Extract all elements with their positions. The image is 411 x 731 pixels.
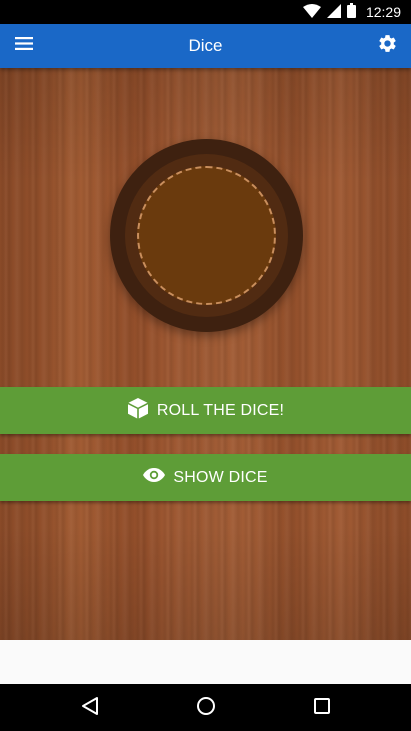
- cube-icon: [127, 397, 149, 424]
- roll-dice-button[interactable]: ROLL THE DICE!: [0, 387, 411, 434]
- battery-icon: [346, 3, 356, 21]
- dice-cup-felt: [137, 166, 276, 305]
- dice-cup[interactable]: [110, 139, 303, 332]
- bottom-panel: [0, 640, 411, 684]
- home-button[interactable]: [192, 694, 220, 722]
- eye-icon: [143, 468, 166, 487]
- app-title: Dice: [188, 36, 223, 55]
- status-bar: 12:29: [0, 0, 411, 24]
- navigation-bar: [0, 684, 411, 731]
- roll-dice-label: ROLL THE DICE!: [156, 401, 285, 419]
- back-icon: [81, 696, 99, 721]
- gear-icon: [377, 33, 398, 59]
- settings-button[interactable]: [371, 30, 403, 62]
- status-icons: 12:29: [302, 3, 401, 21]
- wifi-icon: [302, 3, 321, 21]
- signal-icon: [326, 3, 341, 21]
- show-dice-button[interactable]: SHOW DICE: [0, 454, 411, 501]
- recents-icon: [313, 697, 331, 720]
- home-icon: [196, 696, 216, 721]
- show-dice-label: SHOW DICE: [173, 468, 268, 486]
- dice-cup-rim: [125, 154, 288, 317]
- app-bar: Dice: [0, 24, 411, 68]
- dice-app-screen: 12:29 Dice ROLL THE DICE! SHOW DICE: [0, 0, 411, 731]
- back-button[interactable]: [76, 694, 104, 722]
- status-time: 12:29: [365, 4, 401, 20]
- recents-button[interactable]: [308, 694, 336, 722]
